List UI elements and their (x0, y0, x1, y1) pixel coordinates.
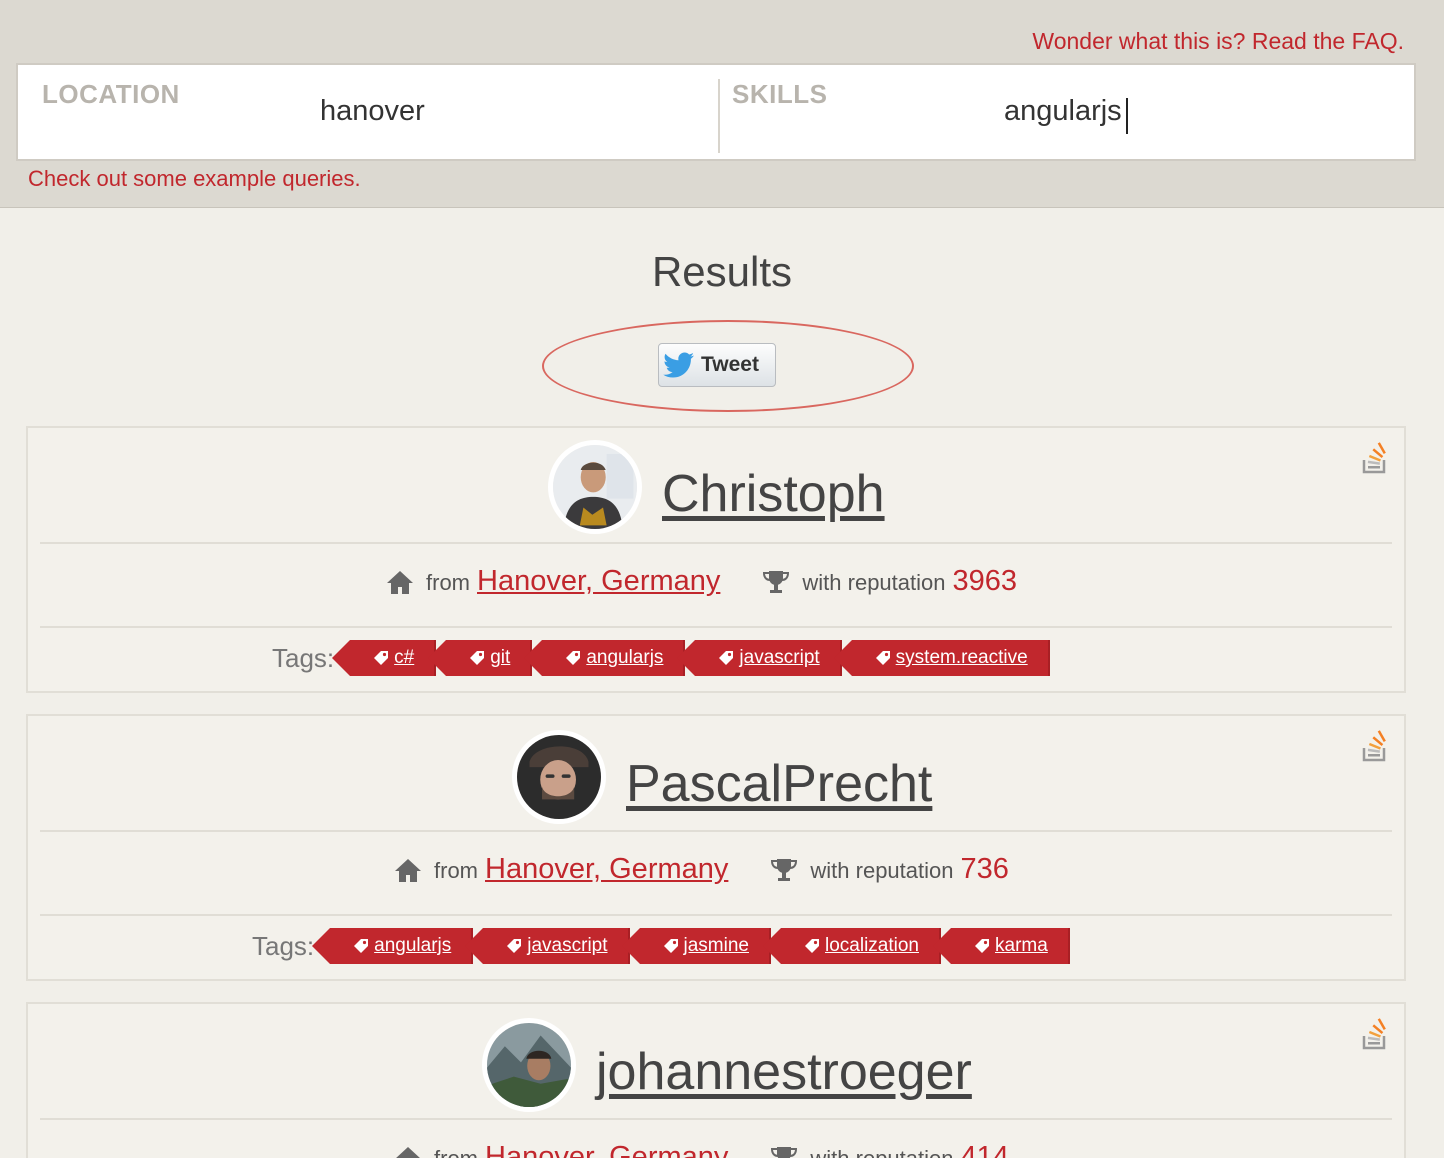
stackoverflow-icon[interactable] (1362, 730, 1390, 764)
location-link[interactable]: Hanover, Germany (477, 565, 720, 598)
tags-row: Tags: angularjs javascript jasmine local… (252, 928, 1080, 964)
avatar-photo (517, 735, 601, 819)
skills-label: SKILLS (732, 79, 828, 109)
tag-chip[interactable]: angularjs (312, 928, 474, 964)
location-field: LOCATION (18, 65, 718, 159)
search-box: LOCATION SKILLS (16, 63, 1416, 161)
tag-label: angularjs (374, 935, 452, 956)
tag-chip[interactable]: javascript (465, 928, 630, 964)
avatar-photo (487, 1023, 571, 1107)
tag-icon (875, 651, 890, 665)
skills-input[interactable] (1004, 95, 1364, 128)
search-header: Wonder what this is? Read the FAQ. LOCAT… (0, 0, 1444, 208)
tag-label: system.reactive (895, 647, 1028, 668)
reputation-value: 3963 (952, 565, 1017, 597)
stackoverflow-icon[interactable] (1362, 442, 1390, 476)
tag-chip[interactable]: angularjs (524, 640, 686, 676)
from-label: from (426, 570, 470, 595)
reputation-label: with reputation (810, 1146, 953, 1158)
tweet-label: Tweet (701, 353, 759, 376)
user-avatar[interactable] (512, 730, 606, 824)
tag-icon (975, 939, 989, 953)
faq-link[interactable]: Wonder what this is? Read the FAQ. (1032, 28, 1404, 55)
tag-chip[interactable]: git (428, 640, 533, 676)
username-link[interactable]: Christoph (662, 464, 885, 524)
example-queries-link[interactable]: Check out some example queries. (28, 166, 361, 192)
results-title: Results (651, 248, 793, 295)
tag-label: jasmine (683, 935, 749, 956)
trophy-icon (771, 1147, 798, 1158)
tag-icon (805, 939, 819, 953)
card-divider (40, 830, 1392, 832)
tag-icon (507, 939, 522, 953)
tag-chip[interactable]: localization (763, 928, 941, 964)
tag-label: git (490, 647, 511, 668)
tag-label: karma (995, 935, 1048, 956)
tag-chip[interactable]: jasmine (621, 928, 771, 964)
user-avatar[interactable] (548, 440, 642, 534)
tag-icon (470, 651, 485, 665)
tag-label: c# (394, 647, 415, 668)
tag-label: angularjs (586, 647, 664, 668)
tag-label: javascript (739, 647, 820, 668)
location-label: LOCATION (42, 79, 180, 109)
user-meta: from Hanover, Germany with reputation 73… (394, 852, 1009, 886)
reputation-value: 736 (960, 853, 1009, 885)
location-link[interactable]: Hanover, Germany (485, 853, 728, 886)
tags-label: Tags: (272, 642, 335, 673)
tag-chip[interactable]: javascript (677, 640, 842, 676)
tag-icon (719, 651, 734, 665)
tags-label: Tags: (252, 930, 315, 961)
card-divider (40, 626, 1392, 628)
reputation-label: with reputation (810, 858, 954, 883)
from-label: from (434, 858, 478, 883)
result-card: johannestroeger from Hanover, Germany wi… (26, 1002, 1406, 1158)
user-meta: from Hanover, Germany with reputation 39… (386, 564, 1017, 598)
location-link[interactable]: Hanover, Germany (485, 1141, 728, 1158)
reputation-value: 414 (960, 1141, 1009, 1158)
from-label: from (434, 1146, 478, 1158)
username-link[interactable]: johannestroeger (596, 1042, 972, 1102)
result-card: PascalPrecht from Hanover, Germany with … (26, 714, 1406, 981)
card-divider (40, 1118, 1392, 1120)
tag-label: javascript (527, 935, 608, 956)
trophy-icon (771, 859, 798, 881)
location-input[interactable] (320, 95, 680, 128)
tag-label: localization (825, 935, 919, 956)
card-divider (40, 542, 1392, 544)
result-card: Christoph from Hanover, Germany with rep… (26, 426, 1406, 693)
tag-chip[interactable]: karma (933, 928, 1070, 964)
stackoverflow-icon[interactable] (1362, 1018, 1390, 1052)
text-caret (1126, 98, 1128, 134)
tag-chip[interactable]: system.reactive (833, 640, 1050, 676)
tag-icon (374, 651, 389, 665)
tags-row: Tags: c# git angularjs javascript system… (272, 640, 1060, 676)
home-icon (387, 571, 413, 594)
skills-field: SKILLS (718, 79, 1414, 153)
username-link[interactable]: PascalPrecht (626, 754, 932, 814)
card-divider (40, 914, 1392, 916)
avatar-photo (553, 445, 637, 529)
twitter-bird-icon (663, 352, 694, 378)
user-meta: from Hanover, Germany with reputation 41… (394, 1140, 1009, 1158)
tag-icon (354, 939, 369, 953)
tag-chip[interactable]: c# (332, 640, 437, 676)
reputation-label: with reputation (802, 570, 946, 595)
tag-icon (566, 651, 581, 665)
tweet-button[interactable]: Tweet (658, 343, 776, 387)
home-icon (396, 1147, 420, 1158)
user-avatar[interactable] (482, 1018, 576, 1112)
trophy-icon (763, 571, 790, 593)
home-icon (395, 859, 421, 882)
tag-icon (663, 939, 678, 953)
